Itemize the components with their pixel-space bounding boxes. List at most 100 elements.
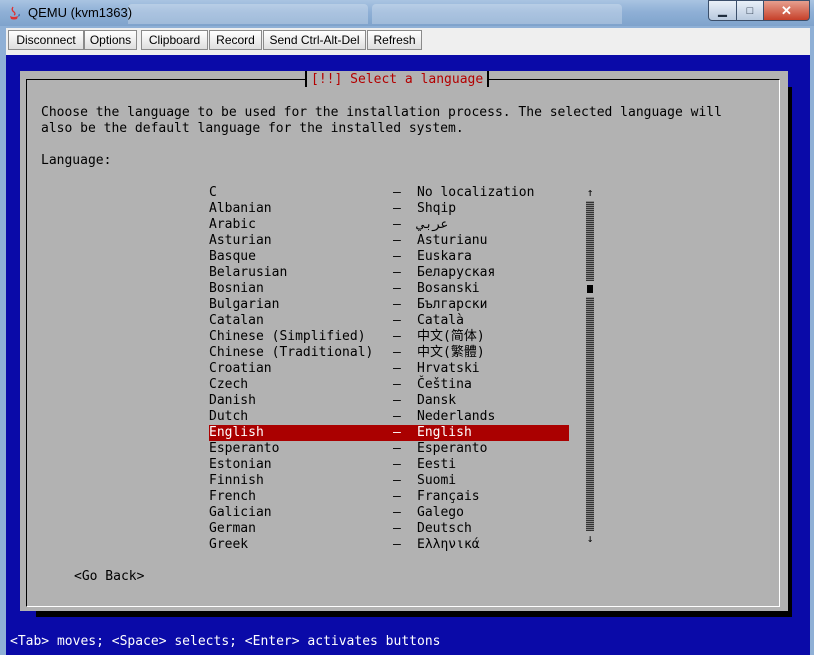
language-dialog: [!!] Select a language Choose the langua… [20,71,788,611]
language-name: Estonian [209,457,272,472]
language-native-name: Deutsch [417,521,472,536]
language-separator: – [393,377,401,392]
minimize-button[interactable]: ▁ [708,0,737,21]
language-option[interactable]: Arabic – عربي [209,217,569,233]
language-native-name: Nederlands [417,409,496,424]
language-separator: – [393,361,401,376]
language-option[interactable]: Danish – Dansk [209,393,569,409]
language-separator: – [393,537,401,552]
language-separator: – [393,425,401,440]
language-option[interactable]: C – No localization [209,185,569,201]
refresh-button[interactable]: Refresh [367,30,422,50]
scroll-track[interactable] [586,297,594,531]
maximize-button[interactable]: □ [737,0,764,21]
language-name: Bulgarian [209,297,280,312]
language-option[interactable]: Croatian – Hrvatski [209,361,569,377]
language-name: Finnish [209,473,264,488]
toolbar: Disconnect Options Clipboard Record Send… [6,28,810,53]
language-option[interactable]: Czech – Čeština [209,377,569,393]
language-native-name: No localization [417,185,535,200]
language-native-name: Ελληνικά [417,537,480,552]
language-name: Arabic [209,217,256,232]
language-name: Greek [209,537,249,552]
language-option[interactable]: Bulgarian – Български [209,297,569,313]
language-name: Asturian [209,233,272,248]
language-native-name: Suomi [417,473,457,488]
record-button[interactable]: Record [209,30,262,50]
language-native-name: Български [417,297,488,312]
go-back-button[interactable]: <Go Back> [74,569,144,584]
language-name: Catalan [209,313,264,328]
language-option[interactable]: Galician – Galego [209,505,569,521]
language-option[interactable]: Albanian – Shqip [209,201,569,217]
send-ctrl-alt-del-button[interactable]: Send Ctrl-Alt-Del [263,30,366,50]
language-separator: – [393,217,401,232]
language-option[interactable]: English – English [209,425,569,441]
java-icon [10,6,20,20]
dialog-title: [!!] Select a language [305,71,490,89]
language-separator: – [393,441,401,456]
language-option[interactable]: German – Deutsch [209,521,569,537]
language-name: Albanian [209,201,272,216]
language-option[interactable]: Catalan – Català [209,313,569,329]
language-native-name: Беларуская [417,265,496,280]
close-button[interactable]: ✕ [764,0,810,21]
language-native-name: عربي [417,217,449,232]
language-separator: – [393,329,401,344]
scroll-thumb[interactable] [587,285,593,293]
language-separator: – [393,185,401,200]
maximize-icon: □ [746,4,754,17]
language-name: Danish [209,393,256,408]
background-tab [372,4,622,24]
status-bar-hint: <Tab> moves; <Space> selects; <Enter> ac… [10,634,441,649]
language-separator: – [393,281,401,296]
window-controls: ▁ □ ✕ [708,0,810,21]
language-native-name: Asturianu [417,233,488,248]
language-separator: – [393,505,401,520]
language-option[interactable]: Estonian – Eesti [209,457,569,473]
close-icon: ✕ [781,2,792,18]
language-option[interactable]: Basque – Euskara [209,249,569,265]
minimize-icon: ▁ [718,5,727,17]
vm-console[interactable]: [!!] Select a language Choose the langua… [6,55,810,655]
description-line: Choose the language to be used for the i… [41,105,722,120]
language-option[interactable]: Finnish – Suomi [209,473,569,489]
language-native-name: Euskara [417,249,472,264]
language-native-name: Dansk [417,393,457,408]
disconnect-button[interactable]: Disconnect [8,30,84,50]
language-option[interactable]: Chinese (Simplified) – 中文(简体) [209,329,569,345]
language-option[interactable]: Asturian – Asturianu [209,233,569,249]
description-line: also be the default language for the ins… [41,121,464,136]
language-option[interactable]: Dutch – Nederlands [209,409,569,425]
language-option[interactable]: Greek – Ελληνικά [209,537,569,553]
language-name: Bosnian [209,281,264,296]
language-list[interactable]: C – No localization Albanian – Shqip Arabic – عر… [209,185,569,553]
scroll-up-icon[interactable]: ↑ [584,185,596,201]
language-native-name: Français [417,489,480,504]
scroll-track[interactable] [586,201,594,281]
language-option[interactable]: Chinese (Traditional) – 中文(繁體) [209,345,569,361]
language-list-scrollbar[interactable]: ↑ ↓ [584,185,596,547]
window-frame: Disconnect Options Clipboard Record Send… [0,26,814,655]
language-native-name: English [417,425,472,440]
language-native-name: Català [417,313,464,328]
language-name: Croatian [209,361,272,376]
clipboard-button[interactable]: Clipboard [141,30,208,50]
language-separator: – [393,473,401,488]
language-separator: – [393,457,401,472]
language-name: German [209,521,256,536]
options-button[interactable]: Options [84,30,137,50]
language-option[interactable]: French – Français [209,489,569,505]
language-name: Chinese (Simplified) [209,329,366,344]
window-title: QEMU (kvm1363) [28,5,133,20]
language-name: Chinese (Traditional) [209,345,374,360]
scroll-down-icon[interactable]: ↓ [584,531,596,547]
language-option[interactable]: Bosnian – Bosanski [209,281,569,297]
language-native-name: Esperanto [417,441,488,456]
language-name: Dutch [209,409,249,424]
language-separator: – [393,521,401,536]
window-titlebar[interactable]: QEMU (kvm1363) ▁ □ ✕ [0,0,814,26]
language-separator: – [393,265,401,280]
language-option[interactable]: Esperanto – Esperanto [209,441,569,457]
language-option[interactable]: Belarusian – Беларуская [209,265,569,281]
